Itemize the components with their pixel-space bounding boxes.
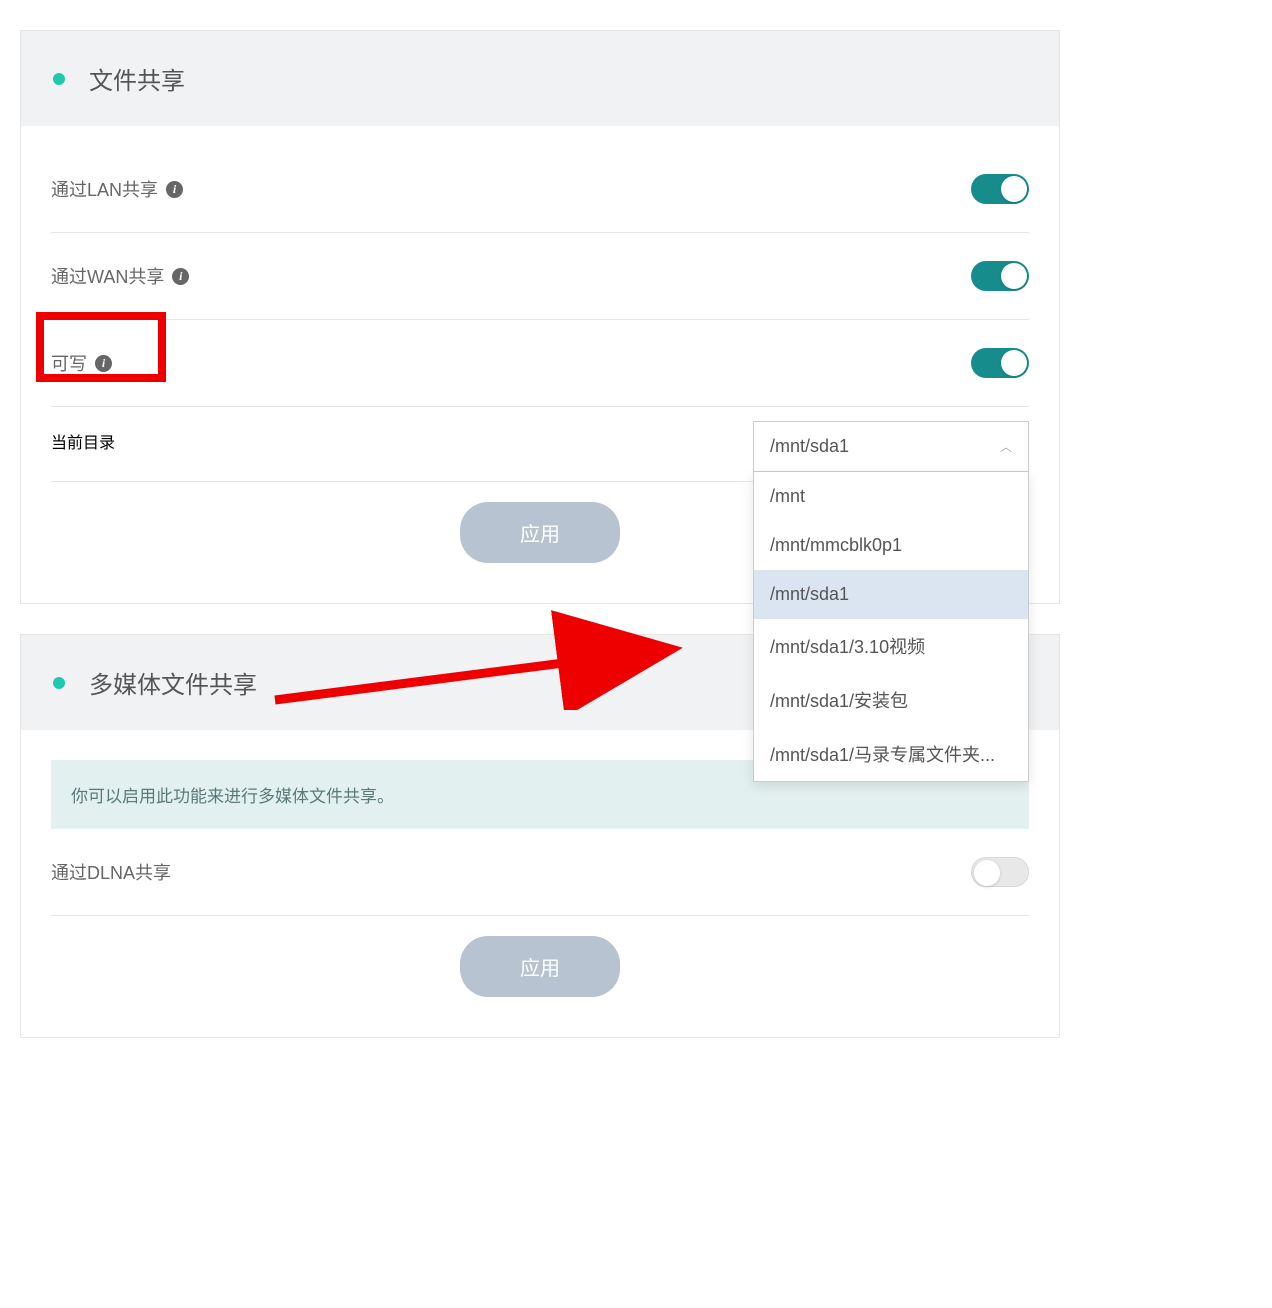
dropdown-item-mnt[interactable]: /mnt — [754, 472, 1028, 521]
info-icon[interactable]: i — [166, 181, 183, 198]
dlna-toggle[interactable] — [971, 857, 1029, 887]
current-dir-label: 当前目录 — [51, 429, 115, 453]
apply-row-media: 应用 — [51, 915, 1029, 1007]
apply-button[interactable]: 应用 — [460, 936, 620, 997]
dropdown-item-sda1[interactable]: /mnt/sda1 — [754, 570, 1028, 619]
dropdown-item-sda1-install[interactable]: /mnt/sda1/安装包 — [754, 673, 1028, 727]
lan-share-label: 通过LAN共享 i — [51, 176, 183, 202]
file-share-panel: 文件共享 通过LAN共享 i 通过WAN共享 i 可写 i 当前目录 — [20, 30, 1060, 604]
wan-share-toggle[interactable] — [971, 261, 1029, 291]
current-dir-select: /mnt/sda1 ︿ /mnt /mnt/mmcblk0p1 /mnt/sda… — [753, 421, 1029, 782]
file-share-body: 通过LAN共享 i 通过WAN共享 i 可写 i 当前目录 /mnt/ — [21, 126, 1059, 603]
bullet-icon — [53, 73, 65, 85]
select-head[interactable]: /mnt/sda1 ︿ — [753, 421, 1029, 472]
file-share-header: 文件共享 — [21, 31, 1059, 126]
info-icon[interactable]: i — [172, 268, 189, 285]
apply-button[interactable]: 应用 — [460, 502, 620, 563]
dropdown-item-sda1-folder[interactable]: /mnt/sda1/马录专属文件夹... — [754, 727, 1028, 781]
writable-toggle[interactable] — [971, 348, 1029, 378]
media-share-title: 多媒体文件共享 — [89, 665, 257, 700]
wan-share-label: 通过WAN共享 i — [51, 263, 189, 289]
dlna-label: 通过DLNA共享 — [51, 859, 171, 885]
dlna-row: 通过DLNA共享 — [51, 829, 1029, 915]
lan-share-toggle[interactable] — [971, 174, 1029, 204]
dropdown-item-sda1-video[interactable]: /mnt/sda1/3.10视频 — [754, 619, 1028, 673]
bullet-icon — [53, 677, 65, 689]
writable-row: 可写 i — [51, 319, 1029, 406]
lan-share-row: 通过LAN共享 i — [51, 126, 1029, 232]
media-share-body: 你可以启用此功能来进行多媒体文件共享。 通过DLNA共享 应用 — [21, 760, 1059, 1037]
file-share-title: 文件共享 — [89, 61, 185, 96]
current-dir-row: 当前目录 /mnt/sda1 ︿ /mnt /mnt/mmcblk0p1 /mn… — [51, 406, 1029, 481]
dropdown-item-mmcblk0p1[interactable]: /mnt/mmcblk0p1 — [754, 521, 1028, 570]
dropdown-list: /mnt /mnt/mmcblk0p1 /mnt/sda1 /mnt/sda1/… — [753, 472, 1029, 782]
highlight-box — [36, 312, 166, 382]
select-value: /mnt/sda1 — [770, 436, 849, 457]
wan-share-row: 通过WAN共享 i — [51, 232, 1029, 319]
chevron-up-icon: ︿ — [1000, 438, 1012, 455]
